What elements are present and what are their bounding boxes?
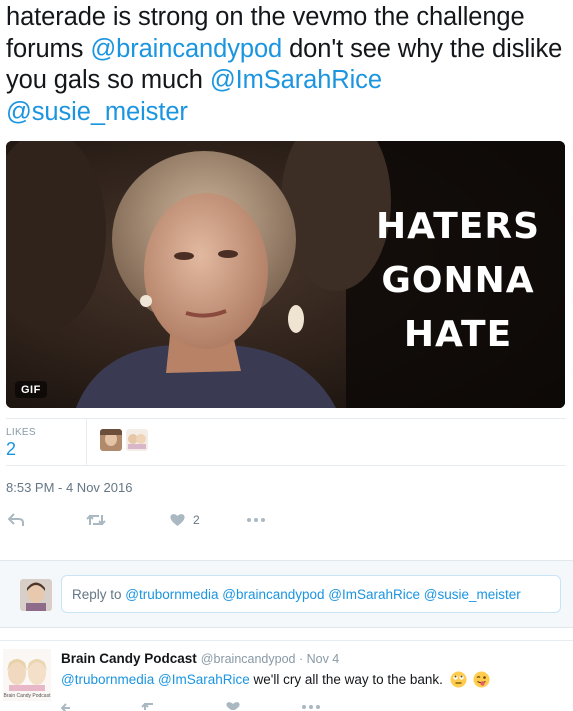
tweet-text: haterade is strong on the vevmo the chal… <box>6 2 566 128</box>
retweet-button[interactable] <box>86 510 106 530</box>
tweet-actions: 2 <box>6 508 566 532</box>
more-icon[interactable] <box>301 704 321 710</box>
liker-avatars <box>100 429 148 451</box>
avatar <box>20 579 52 611</box>
more-icon <box>247 518 265 522</box>
avatar[interactable]: Brain Candy Podcast <box>3 649 51 701</box>
tweet-timestamp[interactable]: 8:53 PM - 4 Nov 2016 <box>6 480 132 495</box>
reply-tweet-body: we'll cry all the way to the bank. <box>249 672 443 687</box>
likes-label: LIKES <box>6 427 36 438</box>
reply-tweet[interactable]: Brain Candy Podcast Brain Candy Podcast @… <box>0 640 573 711</box>
reply-input[interactable]: Reply to @trubornmedia @braincandypod @I… <box>61 575 561 613</box>
avatar-caption: Brain Candy Podcast <box>3 693 51 699</box>
reply-button[interactable] <box>8 510 25 530</box>
gif-badge: GIF <box>15 381 47 398</box>
gif-caption-line: HATERS <box>376 206 540 247</box>
avatar[interactable] <box>126 429 148 451</box>
like-count: 2 <box>193 513 200 527</box>
winking-tongue-emoji-icon <box>473 671 490 688</box>
author-name[interactable]: Brain Candy Podcast <box>61 651 197 666</box>
reply-mentions: @trubornmedia @braincandypod @ImSarahRic… <box>125 587 521 602</box>
reply-icon <box>8 513 24 526</box>
reply-prefix: Reply to <box>72 587 126 602</box>
avatar[interactable] <box>100 429 122 451</box>
reply-composer: Reply to @trubornmedia @braincandypod @I… <box>0 560 573 628</box>
author-handle-time[interactable]: @braincandypod · Nov 4 <box>201 652 339 666</box>
gif-caption-line: GONNA <box>381 260 535 301</box>
tweet-stats: LIKES 2 <box>6 418 566 466</box>
reply-tweet-header: Brain Candy Podcast @braincandypod · Nov … <box>61 651 339 666</box>
reply-tweet-text: @trubornmedia @ImSarahRice we'll cry all… <box>61 671 490 688</box>
like-button[interactable]: 2 <box>170 510 200 530</box>
eye-roll-emoji-icon <box>450 671 467 688</box>
mention-link[interactable]: @braincandypod <box>90 35 282 63</box>
likes-count: 2 <box>6 439 17 459</box>
more-button[interactable] <box>246 510 266 530</box>
gif-media[interactable]: HATERS GONNA HATE GIF <box>6 141 565 408</box>
reply-icon[interactable] <box>61 703 75 711</box>
gif-caption-line: HATE <box>403 314 513 355</box>
mention-link[interactable]: @susie_meister <box>6 98 188 126</box>
mention-link[interactable]: @ImSarahRice <box>158 672 250 687</box>
mention-link[interactable]: @ImSarahRice <box>210 66 382 94</box>
likes-stat[interactable]: LIKES 2 <box>6 419 87 465</box>
reply-tweet-actions <box>61 701 461 711</box>
retweet-icon <box>86 514 106 526</box>
mention-link[interactable]: @trubornmedia <box>61 672 154 687</box>
heart-icon <box>170 514 185 526</box>
